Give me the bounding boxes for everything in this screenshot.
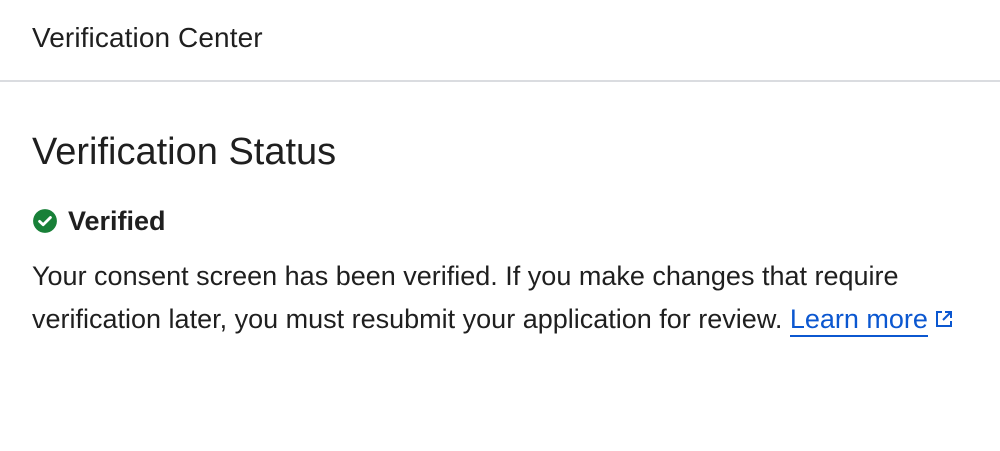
check-circle-icon <box>32 208 58 234</box>
page-header-title: Verification Center <box>32 22 263 53</box>
page-header: Verification Center <box>0 0 1000 82</box>
verification-content: Verification Status Verified Your consen… <box>0 128 1000 341</box>
section-title: Verification Status <box>32 131 337 173</box>
verification-status: Verified <box>32 201 960 241</box>
learn-more-label: Learn more <box>789 304 928 334</box>
verification-center-page: Verification Center Verification Status … <box>0 0 1000 451</box>
verification-description: Your consent screen has been verified. I… <box>32 255 962 341</box>
status-label: Verified <box>68 205 166 236</box>
description-text: Your consent screen has been verified. I… <box>32 261 899 334</box>
learn-more-link[interactable]: Learn more <box>789 304 928 337</box>
open-in-new-icon[interactable] <box>934 299 954 327</box>
